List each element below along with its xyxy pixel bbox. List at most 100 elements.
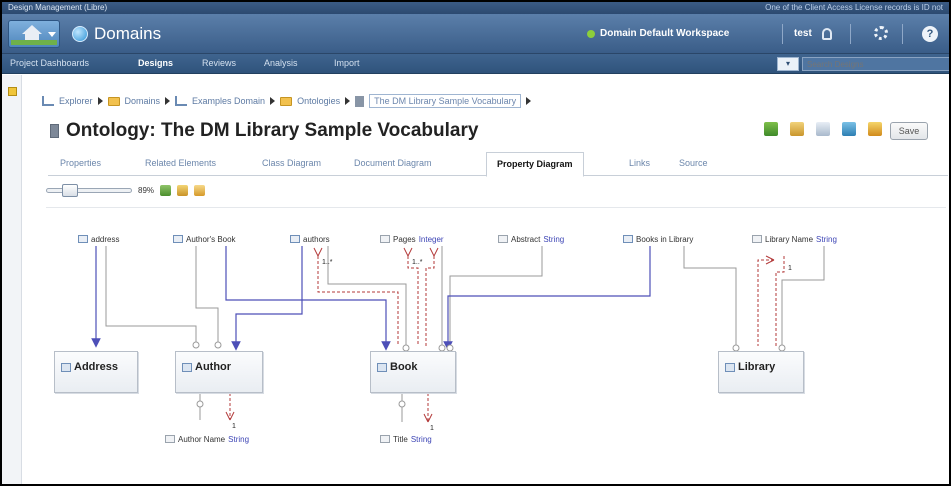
chevron-right-icon	[345, 97, 351, 105]
user-icon[interactable]	[822, 28, 832, 40]
breadcrumb-domains[interactable]: Domains	[125, 96, 161, 106]
link-pages-multiplicity[interactable]	[407, 256, 419, 346]
house-icon	[22, 25, 42, 34]
property-author-name[interactable]: Author Name String	[165, 432, 249, 446]
tab-bar: Properties Related Elements Class Diagra…	[48, 152, 948, 177]
tab-properties[interactable]: Properties	[60, 158, 101, 168]
datatype-property-icon	[752, 235, 762, 243]
property-authors[interactable]: authors	[290, 232, 330, 246]
zoom-slider-handle[interactable]	[62, 183, 79, 197]
link-library-name-range[interactable]	[775, 256, 785, 346]
expand-icon[interactable]	[177, 184, 189, 196]
object-property-icon	[290, 235, 300, 243]
document-icon	[355, 95, 365, 107]
tab-document-diagram[interactable]: Document Diagram	[354, 158, 432, 168]
pencil-icon[interactable]	[868, 122, 882, 136]
tab-links[interactable]: Links	[629, 158, 650, 168]
side-panel-toggle[interactable]	[2, 75, 22, 484]
users-icon[interactable]	[842, 122, 856, 136]
link-address-domain[interactable]	[105, 246, 197, 343]
class-library[interactable]: Library	[718, 351, 804, 393]
link-books-in-library-domain[interactable]	[683, 246, 737, 346]
tab-source[interactable]: Source	[679, 158, 708, 168]
object-property-icon	[623, 235, 633, 243]
breadcrumb-current[interactable]: The DM Library Sample Vocabulary	[369, 94, 522, 108]
app-header: Domains Domain Default Workspace test ?	[2, 14, 949, 54]
breadcrumb-examples-domain[interactable]: Examples Domain	[192, 96, 265, 106]
workspace-selector[interactable]: Domain Default Workspace	[587, 28, 729, 39]
chevron-right-icon	[270, 97, 276, 105]
lock-icon[interactable]	[790, 122, 804, 136]
class-address[interactable]: Address	[54, 351, 138, 393]
menu-import[interactable]: Import	[334, 58, 360, 68]
gear-icon[interactable]	[874, 26, 888, 40]
main-menu-bar: Project Dashboards Designs Reviews Analy…	[2, 54, 949, 74]
property-title[interactable]: Title String	[380, 432, 432, 446]
property-books-in-library[interactable]: Books in Library	[623, 232, 693, 246]
breadcrumb-explorer[interactable]: Explorer	[59, 96, 93, 106]
datatype-property-icon	[165, 435, 175, 443]
property-authors-book[interactable]: Author's Book	[173, 232, 236, 246]
help-icon[interactable]: ?	[922, 26, 938, 42]
multiplicity-title: 1	[430, 425, 434, 432]
breadcrumb-ontologies[interactable]: Ontologies	[297, 96, 340, 106]
tree-icon[interactable]	[764, 122, 778, 136]
link-pages-range[interactable]	[425, 256, 435, 346]
app-title: Domains	[72, 23, 161, 45]
datatype-property-icon	[380, 435, 390, 443]
user-name[interactable]: test	[794, 28, 812, 39]
panel-icon	[8, 87, 17, 96]
object-property-icon	[173, 235, 183, 243]
workspace-icon	[587, 29, 595, 38]
layout-icon[interactable]	[194, 184, 206, 196]
tab-related-elements[interactable]: Related Elements	[145, 158, 216, 168]
fit-icon[interactable]	[160, 184, 172, 196]
link-authors-domain[interactable]	[327, 246, 407, 346]
class-book[interactable]: Book	[370, 351, 456, 393]
ontology-icon	[50, 124, 59, 138]
property-pages[interactable]: Pages Integer	[380, 232, 444, 246]
link-books-in-library-range[interactable]	[443, 246, 651, 351]
filter-icon[interactable]	[816, 122, 830, 136]
domain-icon	[175, 96, 188, 106]
link-library-name-multiplicity[interactable]	[757, 259, 774, 346]
save-button[interactable]: Save	[890, 122, 928, 140]
class-author[interactable]: Author	[175, 351, 263, 393]
link-authors-book-range[interactable]	[225, 246, 391, 351]
license-notice[interactable]: One of the Client Access License records…	[765, 2, 943, 14]
search-box: ▾	[777, 57, 949, 71]
page-title: Ontology: The DM Library Sample Vocabula…	[50, 120, 478, 142]
chevron-right-icon[interactable]	[526, 97, 532, 105]
property-abstract[interactable]: Abstract String	[498, 232, 564, 246]
zoom-slider[interactable]	[46, 183, 132, 197]
menu-analysis[interactable]: Analysis	[264, 58, 298, 68]
object-property-icon	[78, 235, 88, 243]
globe-icon	[72, 26, 88, 42]
link-authors-book-domain[interactable]	[195, 246, 219, 343]
menu-designs[interactable]: Designs	[138, 58, 173, 68]
property-library-name[interactable]: Library Name String	[752, 232, 837, 246]
tab-class-diagram[interactable]: Class Diagram	[262, 158, 321, 168]
datatype-property-icon	[380, 235, 390, 243]
application-window: Design Management (Libre) One of the Cli…	[0, 0, 951, 486]
datatype-property-icon	[498, 235, 508, 243]
toolbar	[764, 122, 882, 136]
search-input[interactable]	[802, 57, 949, 71]
menu-project-dashboards[interactable]: Project Dashboards	[10, 58, 89, 68]
multiplicity-authors: 1..*	[322, 259, 333, 266]
folder-icon	[107, 96, 120, 106]
search-scope-button[interactable]: ▾	[777, 57, 799, 71]
class-icon	[725, 362, 735, 372]
menu-reviews[interactable]: Reviews	[202, 58, 236, 68]
multiplicity-author-name: 1	[232, 423, 236, 430]
multiplicity-library-name: 1	[788, 265, 792, 272]
link-authors-range[interactable]	[231, 246, 303, 351]
chevron-right-icon	[97, 97, 103, 105]
property-address[interactable]: address	[78, 232, 119, 246]
property-diagram-canvas[interactable]: 1..* 1..* 1 1 1 address Author's Book au…	[46, 207, 946, 483]
link-library-name-domain[interactable]	[781, 246, 825, 346]
zoom-level: 89%	[138, 185, 155, 195]
tab-property-diagram[interactable]: Property Diagram	[486, 152, 584, 177]
home-menu-button[interactable]	[8, 20, 60, 48]
class-icon	[182, 362, 192, 372]
